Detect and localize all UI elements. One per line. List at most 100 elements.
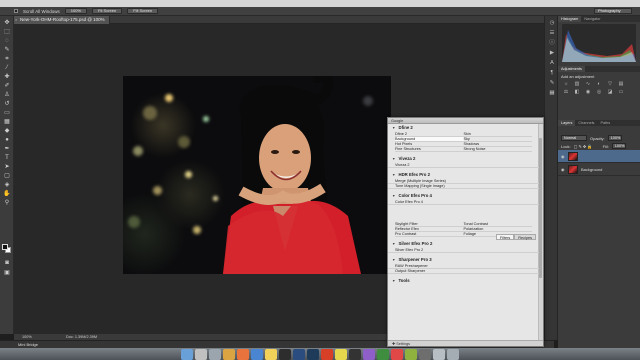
eye-icon[interactable]: ◉ xyxy=(561,154,565,159)
paragraph-icon[interactable]: ¶ xyxy=(548,70,556,77)
history-icon[interactable]: ◷ xyxy=(548,20,556,27)
lightroom-icon[interactable] xyxy=(307,348,319,360)
exposure-icon[interactable]: ◐ xyxy=(595,81,603,87)
dodge-tool-icon[interactable]: ● xyxy=(3,137,11,144)
tab-navigator[interactable]: Navigator xyxy=(581,16,603,22)
disclosure-triangle-icon[interactable]: ▼ xyxy=(392,156,395,162)
tab-channels[interactable]: Channels xyxy=(575,120,597,126)
fit-screen-button[interactable]: Fit Screen xyxy=(92,8,123,14)
brush-panel-icon[interactable]: ✎ xyxy=(548,80,556,87)
curves-icon[interactable]: ∿ xyxy=(584,81,592,87)
history-brush-tool-icon[interactable]: ↺ xyxy=(3,101,11,108)
blend-mode-select[interactable]: Normal xyxy=(561,135,587,141)
disclosure-triangle-icon[interactable]: ▼ xyxy=(392,257,395,263)
eye-icon[interactable]: ◉ xyxy=(561,167,565,172)
type-tool-icon[interactable]: T xyxy=(3,155,11,162)
properties-icon[interactable]: ☰ xyxy=(548,30,556,37)
nik-filter-item[interactable]: Strong Noise xyxy=(463,147,532,152)
mail-icon[interactable] xyxy=(251,348,263,360)
nik-section-header[interactable]: ▼ Dfine 2 xyxy=(388,124,539,132)
itunes-icon[interactable] xyxy=(363,348,375,360)
tab-layers[interactable]: Layers xyxy=(558,120,576,126)
nik-section-header[interactable]: ▼ Silver Efex Pro 2 xyxy=(388,240,539,248)
fill-field[interactable]: 100% xyxy=(611,143,626,149)
hand-tool-icon[interactable]: ✋ xyxy=(3,191,11,198)
notes-icon[interactable] xyxy=(265,348,277,360)
preferences-icon[interactable] xyxy=(419,348,431,360)
tab-recipes[interactable]: Recipes xyxy=(514,234,536,240)
screen-mode-icon[interactable]: ▣ xyxy=(3,270,11,277)
nik-settings[interactable]: ✚ Settings xyxy=(388,340,543,346)
mission-control-icon[interactable] xyxy=(209,348,221,360)
trash-icon[interactable] xyxy=(447,348,459,360)
safari-icon[interactable] xyxy=(223,348,235,360)
workspace-switcher[interactable]: Photography xyxy=(594,8,632,14)
clone-stamp-tool-icon[interactable]: ♙ xyxy=(3,92,11,99)
3d-tool-icon[interactable]: ◈ xyxy=(3,182,11,189)
levels-icon[interactable]: ▥ xyxy=(573,81,581,87)
calendar-icon[interactable] xyxy=(391,348,403,360)
nik-section-header[interactable]: ▼ Viveza 2 xyxy=(388,155,539,163)
quick-mask-icon[interactable]: ◙ xyxy=(3,260,11,267)
marquee-tool-icon[interactable]: ⬚ xyxy=(3,29,11,36)
eraser-tool-icon[interactable]: ▭ xyxy=(3,110,11,117)
channel-mixer-icon[interactable]: ◎ xyxy=(595,89,603,95)
terminal-icon[interactable] xyxy=(349,348,361,360)
scroll-all-checkbox[interactable] xyxy=(14,9,18,13)
color-balance-icon[interactable]: ⚖ xyxy=(562,89,570,95)
lasso-tool-icon[interactable]: ◌ xyxy=(3,38,11,45)
shape-tool-icon[interactable]: ▢ xyxy=(3,173,11,180)
acrobat-icon[interactable] xyxy=(321,348,333,360)
actions-icon[interactable]: ▶ xyxy=(548,50,556,57)
photoshop-icon[interactable] xyxy=(293,348,305,360)
character-icon[interactable]: A xyxy=(548,60,556,67)
brush-tool-icon[interactable]: ✐ xyxy=(3,83,11,90)
photo-filter-icon[interactable]: ◉ xyxy=(584,89,592,95)
hue-saturation-icon[interactable]: ▤ xyxy=(617,81,625,87)
launchpad-icon[interactable] xyxy=(195,348,207,360)
tab-filters[interactable]: Filters xyxy=(495,234,515,240)
document-tab[interactable]: × New-York-OHM-Rooftop-175.psd @ 100% (L… xyxy=(14,16,110,30)
vibrance-icon[interactable]: ▽ xyxy=(606,81,614,87)
nik-filter-item[interactable]: Pro Contrast xyxy=(395,232,464,237)
pen-tool-icon[interactable]: ✒ xyxy=(3,146,11,153)
zoom-tool-icon[interactable]: ⚲ xyxy=(3,200,11,207)
stickies-icon[interactable] xyxy=(335,348,347,360)
black-white-icon[interactable]: ◧ xyxy=(573,89,581,95)
spotify-icon[interactable] xyxy=(405,348,417,360)
firefox-icon[interactable] xyxy=(237,348,249,360)
tab-adjustments[interactable]: Adjustments xyxy=(558,66,585,72)
tab-paths[interactable]: Paths xyxy=(597,120,613,126)
disclosure-triangle-icon[interactable]: ▼ xyxy=(392,125,395,131)
nik-scroll-thumb[interactable] xyxy=(539,138,542,278)
finder-icon[interactable] xyxy=(181,348,193,360)
disclosure-triangle-icon[interactable]: ▼ xyxy=(392,172,395,178)
healing-tool-icon[interactable]: ✚ xyxy=(3,74,11,81)
downloads-icon[interactable] xyxy=(433,348,445,360)
close-tab-icon[interactable]: × xyxy=(15,16,17,24)
layer-row-1[interactable]: ◉ xyxy=(558,150,640,163)
move-tool-icon[interactable]: ✥ xyxy=(3,20,11,27)
facetime-icon[interactable] xyxy=(377,348,389,360)
disclosure-triangle-icon[interactable]: ▼ xyxy=(392,193,395,199)
nik-section-header[interactable]: ▼ Sharpener Pro 3 xyxy=(388,256,539,264)
color-swatches[interactable] xyxy=(2,244,12,254)
nik-filter-item[interactable]: Fine Structures xyxy=(395,147,464,152)
gradient-tool-icon[interactable]: ▦ xyxy=(3,119,11,126)
disclosure-triangle-icon[interactable]: ▼ xyxy=(392,278,395,284)
fill-screen-button[interactable]: Fill Screen xyxy=(127,8,159,14)
gradient-map-icon[interactable]: ▭ xyxy=(617,89,625,95)
quick-select-tool-icon[interactable]: ✎ xyxy=(3,47,11,54)
layer-row-background[interactable]: ◉ Background xyxy=(558,163,640,176)
zoom-100-button[interactable]: 100% xyxy=(64,8,87,14)
eyedropper-tool-icon[interactable]: ⁄ xyxy=(3,65,11,72)
path-select-tool-icon[interactable]: ➤ xyxy=(3,164,11,171)
bridge-icon[interactable] xyxy=(279,348,291,360)
nik-section-header[interactable]: ▼ HDR Efex Pro 2 xyxy=(388,171,539,179)
layer-name[interactable]: Background xyxy=(581,167,602,172)
crop-tool-icon[interactable]: ⌗ xyxy=(3,56,11,63)
tab-histogram[interactable]: Histogram xyxy=(558,16,582,22)
info-icon[interactable]: ⓘ xyxy=(548,40,556,47)
opacity-field[interactable]: 100% xyxy=(607,135,622,141)
disclosure-triangle-icon[interactable]: ▼ xyxy=(392,241,395,247)
